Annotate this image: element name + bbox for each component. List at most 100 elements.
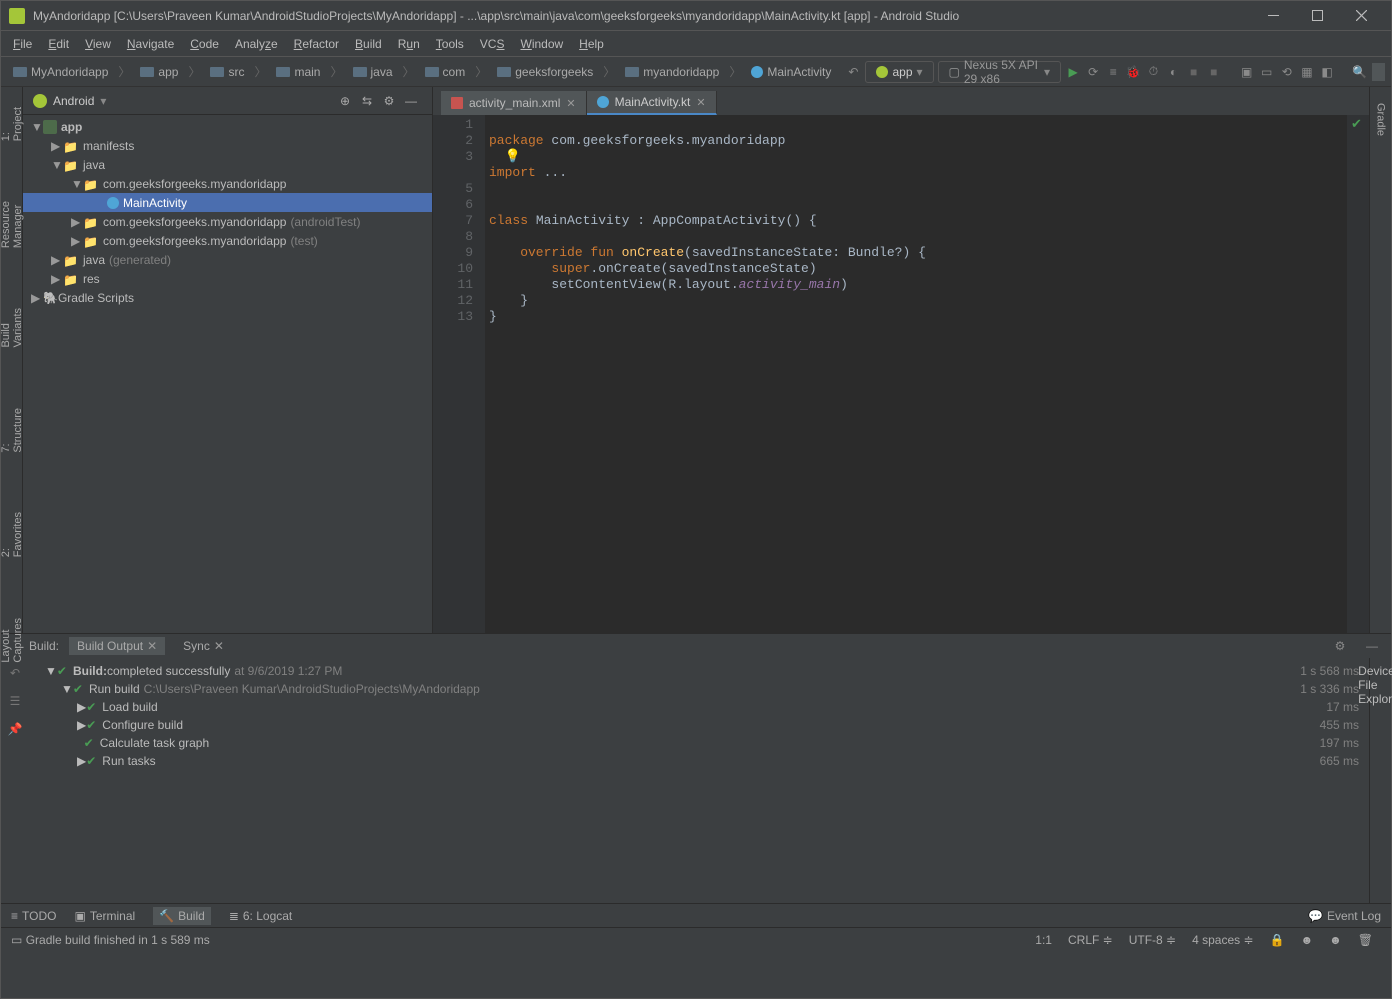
project-tree[interactable]: ▼app ▶📁manifests ▼📁java ▼📁com.geeksforge…	[23, 115, 432, 633]
gear-icon[interactable]: ⚙	[378, 90, 400, 112]
tab-mainactivity-kt[interactable]: MainActivity.kt ✕	[587, 91, 717, 115]
bottom-todo[interactable]: ≡ TODO	[11, 909, 56, 923]
stop-button[interactable]: ■	[1186, 61, 1202, 83]
crumb-app[interactable]: app	[134, 64, 184, 80]
intention-bulb-icon[interactable]: 💡	[505, 149, 521, 164]
build-row[interactable]: ▶ ✔Run tasks665 ms	[29, 752, 1369, 770]
tree-manifests[interactable]: ▶📁manifests	[23, 136, 432, 155]
status-face-icon[interactable]: ☻	[1292, 933, 1321, 947]
status-lock-icon[interactable]: 🔒	[1262, 933, 1293, 947]
rail-project[interactable]: 1: Project	[0, 107, 24, 141]
menu-view[interactable]: View	[77, 33, 119, 55]
hide-icon[interactable]: —	[400, 90, 422, 112]
project-view-selector[interactable]: Android ▾	[33, 94, 334, 108]
menu-vcs[interactable]: VCS	[472, 33, 513, 55]
tree-gradle-scripts[interactable]: ▶🐘 Gradle Scripts	[23, 288, 432, 307]
tree-res[interactable]: ▶📁res	[23, 269, 432, 288]
search-icon[interactable]: 🔍	[1352, 61, 1368, 83]
status-cursor-pos[interactable]: 1:1	[1027, 933, 1060, 947]
tree-java-gen[interactable]: ▶📁java(generated)	[23, 250, 432, 269]
panel-button[interactable]	[1372, 63, 1385, 81]
build-tab-sync[interactable]: Sync ✕	[175, 637, 232, 655]
status-encoding[interactable]: UTF-8 ≑	[1121, 933, 1184, 947]
menu-code[interactable]: Code	[182, 33, 227, 55]
close-icon[interactable]: ✕	[147, 639, 157, 653]
crumb-src[interactable]: src	[204, 64, 250, 80]
close-tab-icon[interactable]: ✕	[566, 97, 575, 110]
maximize-button[interactable]	[1295, 2, 1339, 30]
menu-analyze[interactable]: Analyze	[227, 33, 286, 55]
nav-back-icon[interactable]: ↶	[845, 61, 861, 83]
menu-edit[interactable]: Edit	[40, 33, 77, 55]
status-indent[interactable]: 4 spaces ≑	[1184, 933, 1261, 947]
tree-pkg-test[interactable]: ▶📁com.geeksforgeeks.myandoridapp(test)	[23, 231, 432, 250]
build-output-tree[interactable]: ▼ ✔Build: completed successfullyat 9/6/2…	[29, 658, 1369, 903]
crumb-geeksforgeeks[interactable]: geeksforgeeks	[491, 64, 599, 80]
crumb-project[interactable]: MyAndoridapp	[7, 64, 114, 80]
tab-activity-main-xml[interactable]: activity_main.xml ✕	[441, 91, 587, 115]
debug-button[interactable]: 🐞	[1125, 61, 1141, 83]
tree-pkg-androidtest[interactable]: ▶📁com.geeksforgeeks.myandoridapp(android…	[23, 212, 432, 231]
tree-pkg-main[interactable]: ▼📁com.geeksforgeeks.myandoridapp	[23, 174, 432, 193]
apply-changes-icon[interactable]: ⟳	[1085, 61, 1101, 83]
rail-layout-captures[interactable]: Layout Captures	[0, 618, 24, 663]
close-icon[interactable]: ✕	[214, 639, 224, 653]
menu-help[interactable]: Help	[571, 33, 612, 55]
menu-window[interactable]: Window	[512, 33, 571, 55]
collapse-icon[interactable]: ⇆	[356, 90, 378, 112]
build-tab-output[interactable]: Build Output ✕	[69, 637, 165, 655]
rail-resource-manager[interactable]: Resource Manager	[0, 201, 24, 248]
pin-icon[interactable]: 📌	[4, 718, 26, 740]
prev-icon[interactable]: ↶	[4, 662, 26, 684]
rail-favorites[interactable]: 2: Favorites	[0, 512, 24, 557]
layout-inspector-icon[interactable]: ▦	[1299, 61, 1315, 83]
bottom-logcat[interactable]: ≣ 6: Logcat	[229, 909, 292, 923]
run-config-selector[interactable]: app ▾	[865, 61, 933, 83]
avd-manager-icon[interactable]: ▣	[1239, 61, 1255, 83]
status-trash-icon[interactable]: 🗑	[1350, 933, 1381, 947]
minimize-button[interactable]	[1251, 2, 1295, 30]
tree-mainactivity[interactable]: MainActivity	[23, 193, 432, 212]
status-line-ending[interactable]: CRLF ≑	[1060, 933, 1121, 947]
menu-build[interactable]: Build	[347, 33, 390, 55]
crumb-main[interactable]: main	[270, 64, 326, 80]
build-row[interactable]: ▶ ✔Load build17 ms	[29, 698, 1369, 716]
menu-run[interactable]: Run	[390, 33, 428, 55]
menu-navigate[interactable]: Navigate	[119, 33, 182, 55]
menu-tools[interactable]: Tools	[428, 33, 472, 55]
build-row[interactable]: ▶ ✔Configure build455 ms	[29, 716, 1369, 734]
code-editor[interactable]: 1235678910111213 package com.geeksforgee…	[433, 115, 1369, 633]
gear-icon[interactable]: ⚙	[1329, 635, 1351, 657]
sync-gradle-icon[interactable]: ⟲	[1279, 61, 1295, 83]
apply-code-icon[interactable]: ≡	[1105, 61, 1121, 83]
rail-build-variants[interactable]: Build Variants	[0, 308, 24, 348]
build-row[interactable]: ▼ ✔Build: completed successfullyat 9/6/2…	[29, 662, 1369, 680]
device-selector[interactable]: ▢ Nexus 5X API 29 x86 ▾	[938, 61, 1062, 83]
crumb-com[interactable]: com	[419, 64, 472, 80]
sdk-manager-icon[interactable]: ▭	[1259, 61, 1275, 83]
crumb-mainactivity[interactable]: MainActivity	[745, 64, 837, 80]
close-button[interactable]	[1339, 2, 1383, 30]
attach-debugger-icon[interactable]: ◐	[1166, 61, 1182, 83]
rail-structure[interactable]: 7: Structure	[0, 408, 24, 453]
menu-refactor[interactable]: Refactor	[286, 33, 347, 55]
resource-manager-icon[interactable]: ◧	[1319, 61, 1335, 83]
code-lines[interactable]: package com.geeksforgeeks.myandoridapp 💡…	[485, 115, 1347, 633]
crumb-myandoridapp[interactable]: myandoridapp	[619, 64, 725, 80]
run-button[interactable]: ▶	[1065, 61, 1081, 83]
tree-app[interactable]: ▼app	[23, 117, 432, 136]
hide-icon[interactable]: —	[1361, 635, 1383, 657]
bottom-terminal[interactable]: ▣ Terminal	[74, 909, 135, 923]
profile-button[interactable]: ⏱	[1145, 61, 1161, 83]
tree-java[interactable]: ▼📁java	[23, 155, 432, 174]
menu-file[interactable]: File	[5, 33, 40, 55]
build-row[interactable]: ✔Calculate task graph197 ms	[29, 734, 1369, 752]
stop-button-2[interactable]: ■	[1206, 61, 1222, 83]
bottom-build[interactable]: 🔨 Build	[153, 907, 211, 925]
close-tab-icon[interactable]: ✕	[696, 96, 705, 109]
locate-icon[interactable]: ⊕	[334, 90, 356, 112]
bottom-event-log[interactable]: 💬 Event Log	[1308, 909, 1381, 923]
status-face-icon-2[interactable]: ☻	[1321, 933, 1350, 947]
filter-icon[interactable]: ☰	[4, 690, 26, 712]
rail-gradle[interactable]: Gradle	[1375, 103, 1387, 136]
